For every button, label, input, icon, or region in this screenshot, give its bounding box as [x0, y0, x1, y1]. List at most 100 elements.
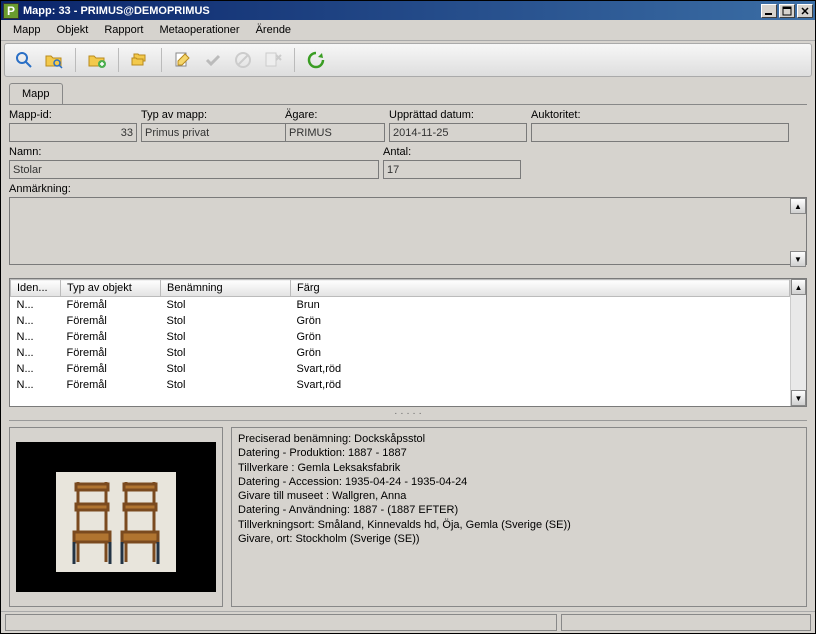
- statusbar: [1, 611, 815, 633]
- preview-image-box: [9, 427, 223, 607]
- table-cell: Stol: [161, 345, 291, 361]
- preview-image: [16, 442, 216, 592]
- table-cell: N...: [11, 313, 61, 329]
- edit-icon[interactable]: [170, 47, 196, 73]
- detail-line: Datering - Produktion: 1887 - 1887: [238, 446, 800, 460]
- window-controls: [759, 4, 813, 18]
- field-namn[interactable]: [9, 160, 379, 179]
- scroll-track[interactable]: [791, 295, 806, 390]
- toolbar-separator: [75, 48, 76, 72]
- folder-search-icon[interactable]: [41, 47, 67, 73]
- table-header-row: Iden... Typ av objekt Benämning Färg: [11, 280, 790, 297]
- label-namn: Namn:: [9, 146, 379, 158]
- table-cell: Stol: [161, 361, 291, 377]
- field-agare[interactable]: [285, 123, 385, 142]
- table-cell: Brun: [291, 297, 790, 313]
- table-row[interactable]: N...FöremålStolBrun: [11, 297, 790, 313]
- table-scrollbar[interactable]: ▲ ▼: [790, 279, 806, 406]
- menubar: Mapp Objekt Rapport Metaoperationer Ären…: [1, 20, 815, 41]
- main-window: P Mapp: 33 - PRIMUS@DEMOPRIMUS Mapp Obje…: [0, 0, 816, 634]
- table-cell: Grön: [291, 329, 790, 345]
- detail-line: Tillverkare : Gemla Leksaksfabrik: [238, 461, 800, 475]
- table-cell: N...: [11, 345, 61, 361]
- table-cell: Föremål: [61, 345, 161, 361]
- toolbar-separator: [118, 48, 119, 72]
- col-iden[interactable]: Iden...: [11, 280, 61, 297]
- col-benamning[interactable]: Benämning: [161, 280, 291, 297]
- scroll-up-icon[interactable]: ▲: [791, 279, 806, 295]
- tab-mapp[interactable]: Mapp: [9, 83, 63, 104]
- table-row[interactable]: N...FöremålStolGrön: [11, 329, 790, 345]
- window-title: Mapp: 33 - PRIMUS@DEMOPRIMUS: [23, 5, 759, 17]
- refresh-icon[interactable]: [303, 47, 329, 73]
- titlebar: P Mapp: 33 - PRIMUS@DEMOPRIMUS: [1, 1, 815, 20]
- form-area: Mapp-id: Typ av mapp: ▼ Ägare: Upprättad…: [9, 105, 807, 268]
- delete-gray-icon[interactable]: [260, 47, 286, 73]
- table-row[interactable]: N...FöremålStolGrön: [11, 313, 790, 329]
- detail-line: Givare till museet : Wallgren, Anna: [238, 489, 800, 503]
- tab-row: Mapp: [9, 83, 807, 105]
- maximize-button[interactable]: [779, 4, 795, 18]
- table-cell: Grön: [291, 345, 790, 361]
- detail-line: Preciserad benämning: Dockskåpsstol: [238, 432, 800, 446]
- label-upprattad-datum: Upprättad datum:: [389, 109, 527, 121]
- table-cell: Föremål: [61, 329, 161, 345]
- search-icon[interactable]: [11, 47, 37, 73]
- detail-area: Preciserad benämning: DockskåpsstolDater…: [9, 420, 807, 607]
- table-more-indicator: · · · · ·: [9, 407, 807, 420]
- field-anmarkning[interactable]: [9, 197, 807, 265]
- minimize-button[interactable]: [761, 4, 777, 18]
- label-mapp-id: Mapp-id:: [9, 109, 137, 121]
- table-row[interactable]: N...FöremålStolSvart,röd: [11, 361, 790, 377]
- table-cell: Stol: [161, 377, 291, 393]
- field-upprattad-datum[interactable]: [389, 123, 527, 142]
- table-cell: Stol: [161, 329, 291, 345]
- label-antal: Antal:: [383, 146, 521, 158]
- field-auktoritet[interactable]: [531, 123, 789, 142]
- cancel-gray-icon[interactable]: [230, 47, 256, 73]
- menu-mapp[interactable]: Mapp: [5, 22, 49, 38]
- folder-copy-icon[interactable]: [127, 47, 153, 73]
- table-cell: N...: [11, 377, 61, 393]
- field-antal[interactable]: [383, 160, 521, 179]
- table-row[interactable]: N...FöremålStolSvart,röd: [11, 377, 790, 393]
- folder-plus-icon[interactable]: [84, 47, 110, 73]
- detail-line: Datering - Användning: 1887 - (1887 EFTE…: [238, 503, 800, 517]
- toolbar: [4, 43, 812, 77]
- col-farg[interactable]: Färg: [291, 280, 790, 297]
- table-cell: Föremål: [61, 313, 161, 329]
- table-cell: N...: [11, 361, 61, 377]
- toolbar-separator: [161, 48, 162, 72]
- table-cell: Föremål: [61, 377, 161, 393]
- table-cell: Stol: [161, 297, 291, 313]
- scroll-down-icon[interactable]: ▼: [791, 390, 806, 406]
- scroll-up-icon[interactable]: ▲: [790, 198, 806, 214]
- object-table: Iden... Typ av objekt Benämning Färg N..…: [9, 278, 807, 407]
- label-agare: Ägare:: [285, 109, 385, 121]
- detail-line: Tillverkningsort: Småland, Kinnevalds hd…: [238, 518, 800, 532]
- label-typ-av-mapp: Typ av mapp:: [141, 109, 281, 121]
- menu-metaoperationer[interactable]: Metaoperationer: [151, 22, 247, 38]
- table-cell: Svart,röd: [291, 361, 790, 377]
- menu-rapport[interactable]: Rapport: [96, 22, 151, 38]
- col-typ[interactable]: Typ av objekt: [61, 280, 161, 297]
- field-typ-av-mapp[interactable]: [141, 123, 291, 142]
- field-mapp-id[interactable]: [9, 123, 137, 142]
- check-gray-icon[interactable]: [200, 47, 226, 73]
- app-icon: P: [3, 3, 19, 19]
- scroll-down-icon[interactable]: ▼: [790, 251, 806, 267]
- detail-line: Datering - Accession: 1935-04-24 - 1935-…: [238, 475, 800, 489]
- table-cell: Föremål: [61, 361, 161, 377]
- label-anmarkning: Anmärkning:: [9, 183, 807, 195]
- content-area: Mapp Mapp-id: Typ av mapp: ▼ Ägare:: [1, 79, 815, 611]
- menu-objekt[interactable]: Objekt: [49, 22, 97, 38]
- detail-line: Givare, ort: Stockholm (Sverige (SE)): [238, 532, 800, 546]
- table-cell: Föremål: [61, 297, 161, 313]
- table-cell: Stol: [161, 313, 291, 329]
- menu-arende[interactable]: Ärende: [248, 22, 299, 38]
- close-button[interactable]: [797, 4, 813, 18]
- label-auktoritet: Auktoritet:: [531, 109, 789, 121]
- table-cell: N...: [11, 297, 61, 313]
- table-cell: Grön: [291, 313, 790, 329]
- table-row[interactable]: N...FöremålStolGrön: [11, 345, 790, 361]
